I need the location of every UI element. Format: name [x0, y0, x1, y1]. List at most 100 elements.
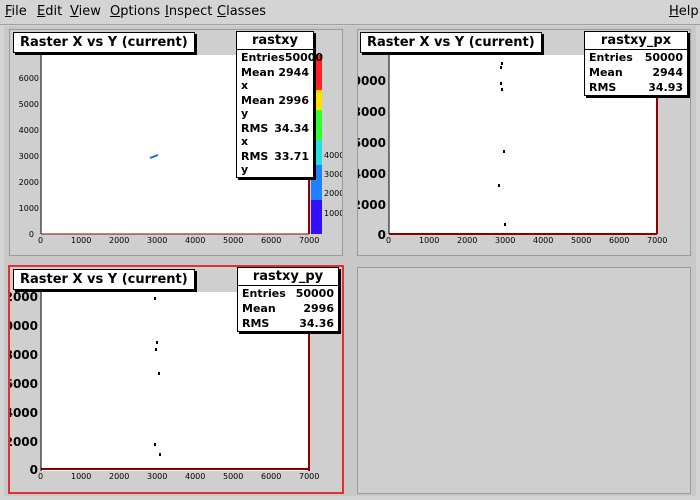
x-tick-label: 1000 — [71, 472, 91, 481]
y-tick-label: 2000 — [10, 435, 38, 449]
pad-rastxy-px[interactable]: 0 1000 2000 3000 4000 5000 6000 7000 0 2… — [357, 29, 691, 256]
menu-file[interactable]: File — [5, 4, 27, 19]
menu-options-label: ptions — [120, 4, 161, 19]
x-tick-label: 3000 — [495, 236, 515, 245]
stats-label: RMS — [589, 81, 617, 94]
stats-row: RMS x 34.34 — [237, 121, 313, 149]
stats-value: 2944 — [652, 66, 683, 79]
x-ticks: 0 1000 2000 3000 4000 5000 6000 7000 — [386, 236, 667, 245]
y-tick-label: 0 — [30, 463, 38, 477]
x-tick-label: 2000 — [109, 472, 129, 481]
stats-row: Entries 50000 — [585, 50, 687, 65]
menu-classes-label: lasses — [226, 4, 266, 19]
stats-row: Mean 2996 — [238, 301, 338, 316]
y-tick-label: 0 — [29, 230, 34, 239]
y-ticks: 0 2000 4000 6000 8000 10000 12000 — [10, 290, 38, 477]
menu-file-label: ile — [11, 4, 27, 19]
y-tick-label: 4000 — [19, 126, 39, 135]
x-tick-label: 5000 — [223, 472, 243, 481]
y-tick-label: 4000 — [10, 406, 38, 420]
x-tick-label: 3000 — [147, 236, 167, 245]
x-tick-label: 4000 — [185, 236, 205, 245]
pad-rastxy-py[interactable]: 0 1000 2000 3000 4000 5000 6000 7000 0 2… — [8, 265, 344, 494]
menu-edit[interactable]: Edit — [37, 4, 62, 19]
stats-row: Entries 50000 — [237, 50, 323, 65]
y-tick-label: 5000 — [19, 100, 39, 109]
stats-value: 34.93 — [648, 81, 683, 94]
menu-view[interactable]: View — [70, 4, 101, 19]
z-tick-label: 4000 — [324, 151, 342, 160]
stats-box-rastxy-px[interactable]: rastxy_px Entries 50000 Mean 2944 RMS 34.93 — [584, 31, 688, 96]
y-tick-label: 12000 — [10, 290, 38, 304]
data-point — [501, 88, 503, 91]
stats-row: Mean y 2996 — [237, 93, 313, 121]
stats-value: 33.71 — [274, 150, 309, 163]
stats-name: rastxy — [237, 32, 313, 50]
stats-name: rastxy_py — [238, 268, 338, 286]
menu-help-label: elp — [678, 4, 699, 19]
data-point — [504, 223, 506, 226]
menu-inspect[interactable]: Inspect — [165, 4, 212, 19]
x-tick-label: 6000 — [261, 472, 281, 481]
data-point — [154, 297, 156, 300]
x-tick-label: 6000 — [261, 236, 281, 245]
menu-view-label: iew — [78, 4, 101, 19]
x-tick-label: 1000 — [419, 236, 439, 245]
stats-label: Mean x — [241, 66, 275, 92]
stats-row: Entries 50000 — [238, 286, 338, 301]
data-point — [155, 348, 157, 351]
stats-row: Mean x 2944 — [237, 65, 313, 93]
x-tick-label: 0 — [38, 236, 43, 245]
y-tick-label: 8000 — [358, 105, 386, 119]
data-point — [154, 443, 156, 446]
stats-value: 50000 — [644, 51, 683, 64]
stats-label: Entries — [242, 287, 286, 300]
x-ticks: 0 1000 2000 3000 4000 5000 6000 7000 — [38, 472, 319, 481]
palette-violet — [311, 200, 322, 234]
pad-title: Raster X vs Y (current) — [13, 269, 195, 290]
y-tick-label: 2000 — [358, 198, 386, 212]
stats-box-rastxy[interactable]: rastxy Entries 50000 Mean x 2944 Mean y 299… — [236, 31, 323, 178]
x-tick-label: 0 — [386, 236, 391, 245]
x-tick-label: 2000 — [457, 236, 477, 245]
z-tick-label: 2000 — [324, 189, 342, 198]
stats-box-rastxy-py[interactable]: rastxy_py Entries 50000 Mean 2996 RMS 34.36 — [237, 267, 339, 332]
stats-label: Entries — [589, 51, 633, 64]
x-tick-label: 1000 — [71, 236, 91, 245]
y-tick-label: 4000 — [358, 167, 386, 181]
x-ticks: 0 1000 2000 3000 4000 5000 6000 7000 — [38, 236, 319, 245]
y-tick-label: 3000 — [19, 152, 39, 161]
x-tick-label: 4000 — [533, 236, 553, 245]
stats-row: RMS 34.36 — [238, 316, 338, 331]
y-tick-label: 10000 — [358, 74, 386, 88]
pad-empty[interactable] — [357, 267, 691, 494]
menu-edit-mnemonic: E — [37, 4, 46, 19]
menu-view-mnemonic: V — [70, 4, 79, 19]
stats-label: Mean y — [241, 94, 275, 120]
pad-title: Raster X vs Y (current) — [13, 32, 195, 53]
data-point — [500, 66, 502, 69]
z-tick-label: 3000 — [324, 170, 342, 179]
x-tick-label: 5000 — [223, 236, 243, 245]
pad-title: Raster X vs Y (current) — [360, 32, 542, 53]
data-point — [500, 82, 502, 85]
y-tick-label: 1000 — [19, 204, 39, 213]
y-ticks: 0 1000 2000 3000 4000 5000 6000 — [19, 74, 39, 239]
menu-bar: File Edit View Options Inspect Classes H… — [0, 0, 700, 25]
menu-options[interactable]: Options — [110, 4, 160, 19]
data-point — [503, 150, 505, 153]
stats-value: 34.34 — [274, 122, 309, 135]
stats-value: 34.36 — [299, 317, 334, 330]
stats-label: RMS — [242, 317, 270, 330]
stats-value: 50000 — [284, 51, 324, 64]
y-tick-label: 6000 — [19, 74, 39, 83]
data-point — [501, 62, 503, 65]
menu-inspect-label: nspect — [168, 4, 213, 19]
menu-classes[interactable]: Classes — [217, 4, 266, 19]
menu-help[interactable]: Help — [669, 4, 699, 19]
stats-value: 2996 — [303, 302, 334, 315]
x-tick-label: 7000 — [299, 472, 319, 481]
stats-value: 50000 — [295, 287, 334, 300]
pad-rastxy[interactable]: 4000 3000 2000 1000 0 1000 2000 3000 400… — [9, 29, 343, 256]
stats-value: 2996 — [278, 94, 309, 107]
